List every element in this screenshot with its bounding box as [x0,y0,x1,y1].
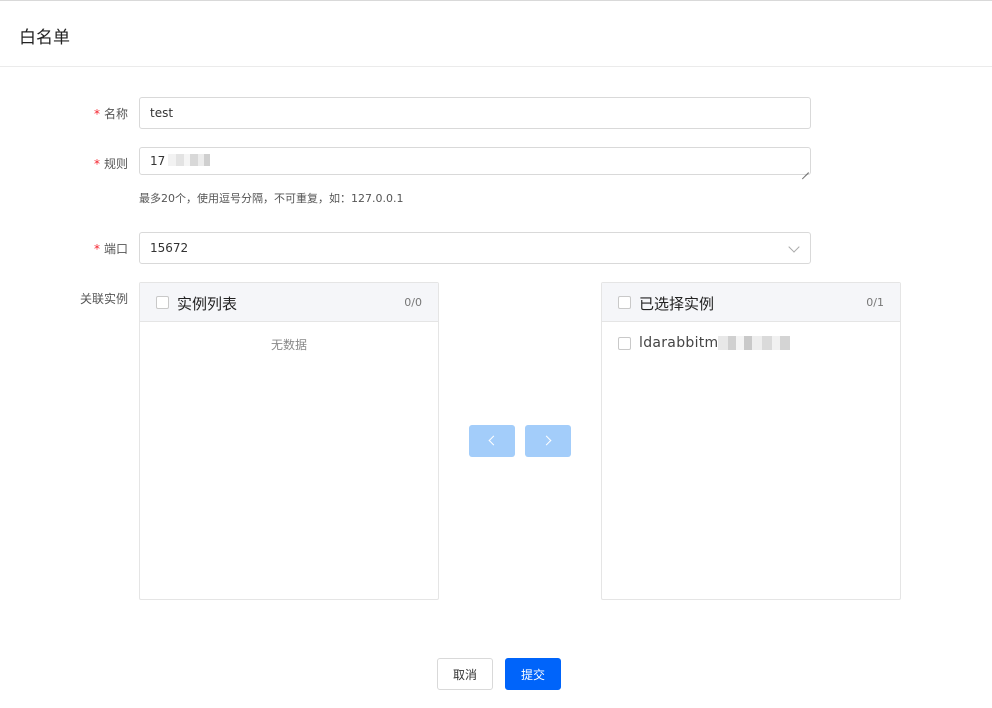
target-panel-header: 已选择实例 0/1 [602,283,900,322]
required-mark: * [94,107,100,121]
dialog-title: 白名单 [19,23,70,48]
chevron-left-icon [489,436,499,446]
source-panel-header: 实例列表 0/0 [140,283,438,322]
name-label: *名称 [0,105,128,122]
name-input-value: test [150,106,173,120]
rule-textarea-value: 17 [150,154,165,168]
target-select-all-checkbox[interactable] [618,296,631,309]
transfer-source-panel: 实例列表 0/0 无数据 [139,282,439,600]
port-select-value: 15672 [150,241,188,255]
required-mark: * [94,157,100,171]
list-item[interactable]: ldarabbitm [602,333,900,355]
rule-label: *规则 [0,155,128,172]
port-select[interactable]: 15672 [139,232,811,264]
item-checkbox[interactable] [618,337,631,350]
whitelist-dialog: 白名单 *名称 test *规则 17 最多20个，使用逗号分隔，不可重复，如：… [0,0,992,708]
move-left-button[interactable] [469,425,515,457]
transfer-target-panel: 已选择实例 0/1 ldarabbitm [601,282,901,600]
resize-handle-icon[interactable] [802,166,809,173]
source-panel-title: 实例列表 [177,293,237,314]
rule-textarea[interactable]: 17 [139,147,811,175]
dialog-header: 白名单 [0,1,992,67]
chevron-down-icon [788,241,799,252]
chevron-right-icon [542,436,552,446]
name-input[interactable]: test [139,97,811,129]
source-empty-text: 无数据 [140,336,438,353]
item-label: ldarabbitm [639,335,790,351]
required-mark: * [94,242,100,256]
source-panel-count: 0/0 [404,296,422,309]
instances-label: 关联实例 [0,290,128,307]
target-panel-count: 0/1 [866,296,884,309]
redacted-mosaic [168,154,210,166]
redacted-mosaic [718,336,790,350]
rule-help-text: 最多20个，使用逗号分隔，不可重复，如：127.0.0.1 [139,190,403,206]
move-right-button[interactable] [525,425,571,457]
port-label: *端口 [0,240,128,257]
cancel-button[interactable]: 取消 [437,658,493,690]
source-select-all-checkbox[interactable] [156,296,169,309]
target-panel-title: 已选择实例 [639,293,714,314]
submit-button[interactable]: 提交 [505,658,561,690]
